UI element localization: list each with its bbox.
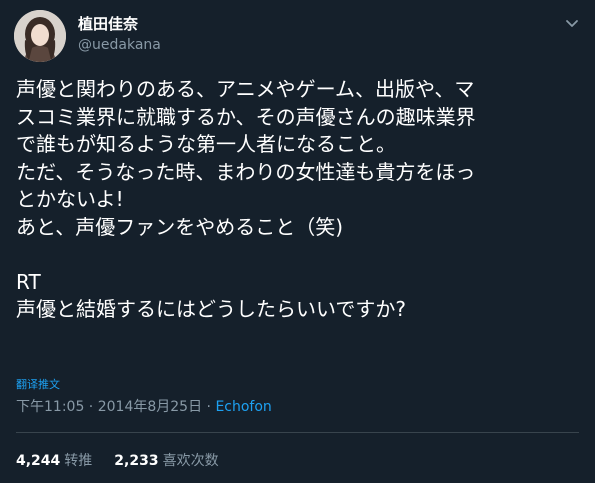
retweets-stat[interactable]: 4,244 转推: [16, 453, 92, 469]
tweet-line: RT: [16, 269, 41, 294]
tweet-line: ただ、そうなった時、まわりの女性達も貴方をほっ: [16, 159, 476, 184]
avatar-photo-icon: [14, 10, 66, 62]
likes-count: 2,233: [114, 453, 159, 469]
more-options-button[interactable]: [563, 14, 581, 32]
likes-stat[interactable]: 2,233 喜欢次数: [114, 453, 218, 469]
tweet-line: [16, 241, 582, 269]
tweet-line: あと、声優ファンをやめること（笑): [16, 214, 344, 239]
translate-tweet-link[interactable]: 翻译推文: [16, 376, 60, 392]
meta-separator: ·: [202, 399, 216, 415]
tweet-line: スコミ業界に就職するか、その声優さんの趣味業界: [16, 104, 476, 129]
tweet-meta: 下午11:05 · 2014年8月25日 · Echofon: [16, 396, 272, 416]
author-name[interactable]: 植田佳奈: [78, 13, 138, 34]
avatar[interactable]: [14, 10, 66, 62]
likes-label: 喜欢次数: [162, 453, 219, 469]
tweet-time[interactable]: 下午11:05: [16, 399, 84, 415]
tweet-source-link[interactable]: Echofon: [215, 399, 271, 415]
tweet-line: で誰もが知るような第一人者になること。: [16, 132, 396, 156]
tweet-line: 声優と結婚するにはどうしたらいいですか?: [16, 297, 407, 321]
chevron-down-icon: [566, 20, 578, 27]
tweet-text: 声優と関わりのある、アニメやゲーム、出版や、マ スコミ業界に就職するか、その声優…: [16, 76, 582, 324]
meta-separator: ·: [84, 399, 98, 415]
divider: [16, 432, 579, 433]
tweet-stats: 4,244 转推 2,233 喜欢次数: [16, 450, 219, 470]
retweets-count: 4,244: [16, 453, 61, 469]
tweet-date[interactable]: 2014年8月25日: [98, 399, 202, 415]
tweet-line: 声優と関わりのある、アニメやゲーム、出版や、マ: [16, 77, 475, 101]
tweet-line: とかないよ!: [16, 187, 124, 211]
retweets-label: 转推: [64, 453, 93, 469]
author-handle[interactable]: @uedakana: [78, 37, 161, 53]
